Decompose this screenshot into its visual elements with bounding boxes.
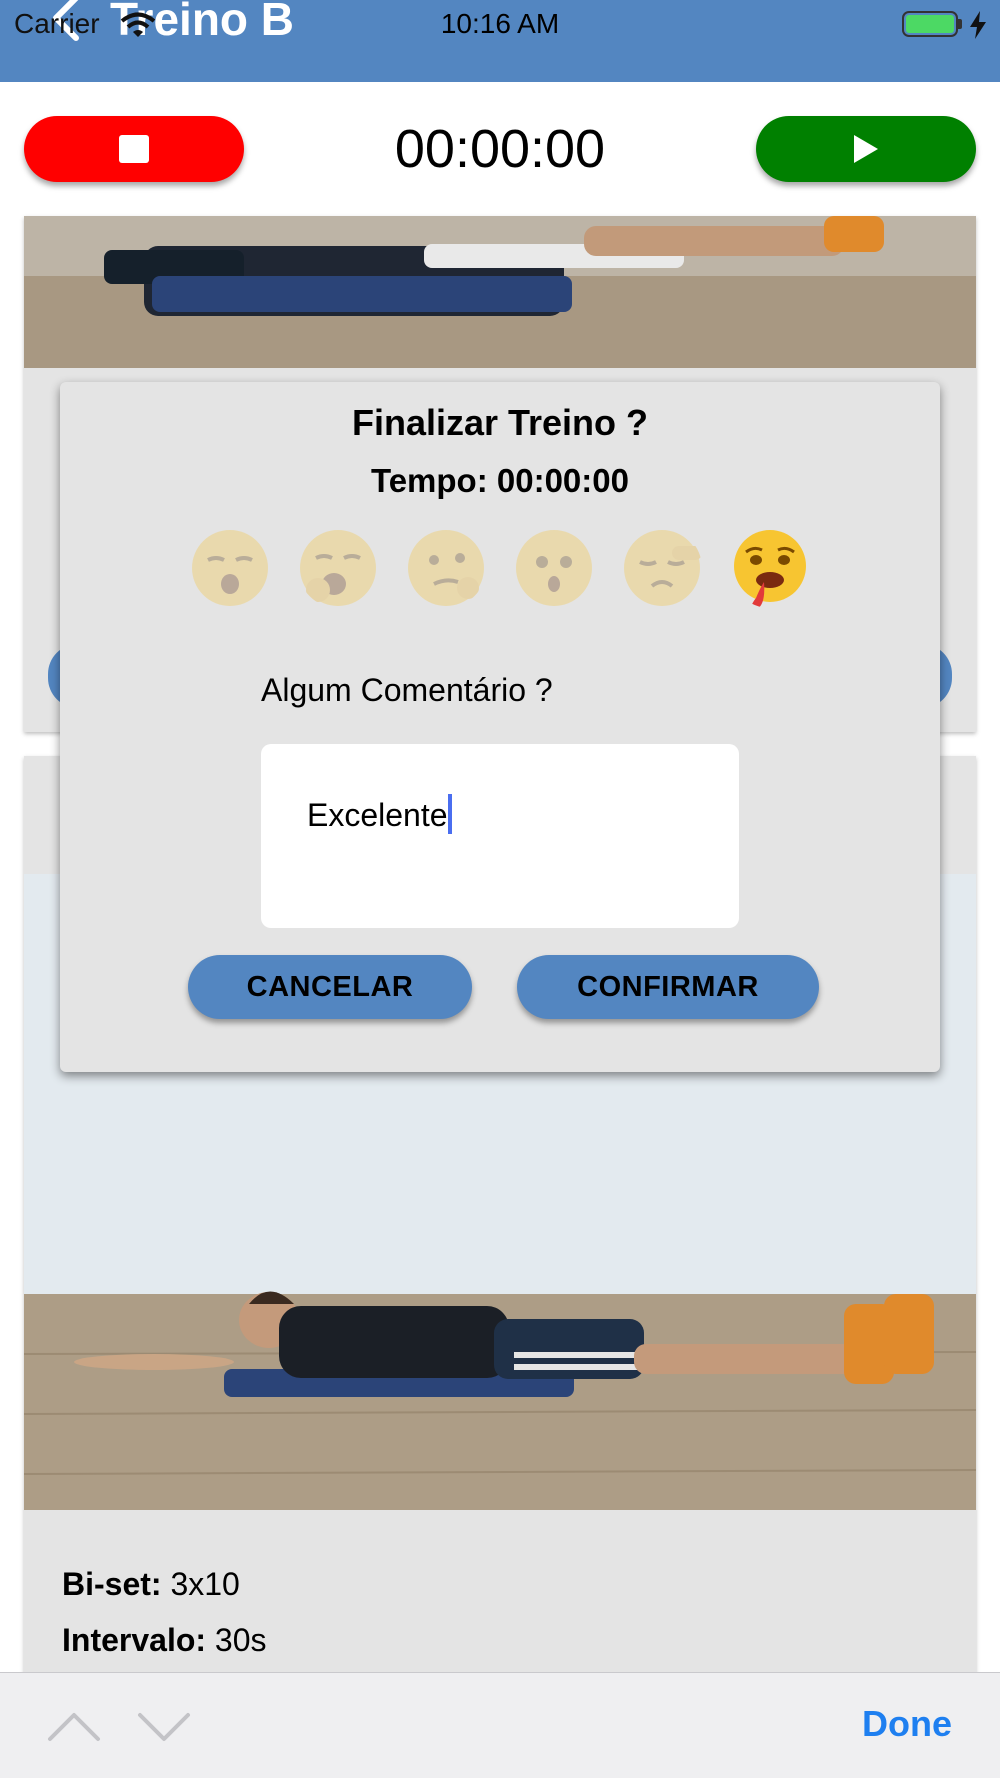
biset-value: 3x10 — [170, 1566, 240, 1602]
chevron-up-icon[interactable] — [46, 1709, 102, 1748]
comment-label: Algum Comentário ? — [261, 672, 553, 708]
timer-bar: 00:00:00 — [0, 82, 1000, 216]
keyboard-accessory-bar: Done — [0, 1672, 1000, 1778]
tired-face-icon[interactable] — [622, 528, 702, 608]
thinking-face-icon[interactable] — [406, 528, 486, 608]
interval-label: Intervalo: — [62, 1622, 207, 1658]
biset-label: Bi-set: — [62, 1566, 162, 1602]
finish-workout-dialog: Finalizar Treino ? Tempo: 00:00:00 Algum… — [60, 382, 940, 1072]
interval-row: Intervalo: 30s — [62, 1612, 267, 1668]
confirm-button[interactable]: CONFIRMAR — [517, 955, 819, 1019]
biset-row: Bi-set: 3x10 — [62, 1556, 267, 1612]
exhausted-face-icon[interactable] — [730, 528, 810, 608]
navigation-bar: Treino B Carrier 10:16 AM — [0, 0, 1000, 82]
chevron-down-icon[interactable] — [136, 1709, 192, 1748]
charging-bolt-icon — [968, 11, 988, 44]
interval-value: 30s — [214, 1622, 267, 1658]
comment-text: Excelente — [307, 797, 448, 833]
surprised-face-icon[interactable] — [514, 528, 594, 608]
battery-tip — [958, 19, 962, 29]
sleeping-face-icon[interactable] — [190, 528, 270, 608]
elapsed-time: Tempo: 00:00:00 — [371, 462, 629, 499]
yawning-face-icon[interactable] — [298, 528, 378, 608]
play-button[interactable] — [756, 116, 976, 182]
exercise-info: Bi-set: 3x10 Intervalo: 30s — [62, 1556, 267, 1668]
play-icon — [854, 135, 878, 163]
comment-textarea[interactable]: Excelente — [261, 744, 739, 928]
cancel-button[interactable]: CANCELAR — [188, 955, 472, 1019]
text-caret — [447, 794, 452, 834]
app-screen: Treino B Carrier 10:16 AM 00:00:00 Bi-se… — [0, 0, 1000, 1778]
done-button[interactable]: Done — [862, 1703, 952, 1745]
dialog-title: Finalizar Treino ? — [351, 402, 649, 443]
exercise-photo — [24, 216, 976, 368]
battery-icon — [902, 11, 958, 37]
status-time: 10:16 AM — [440, 8, 560, 39]
